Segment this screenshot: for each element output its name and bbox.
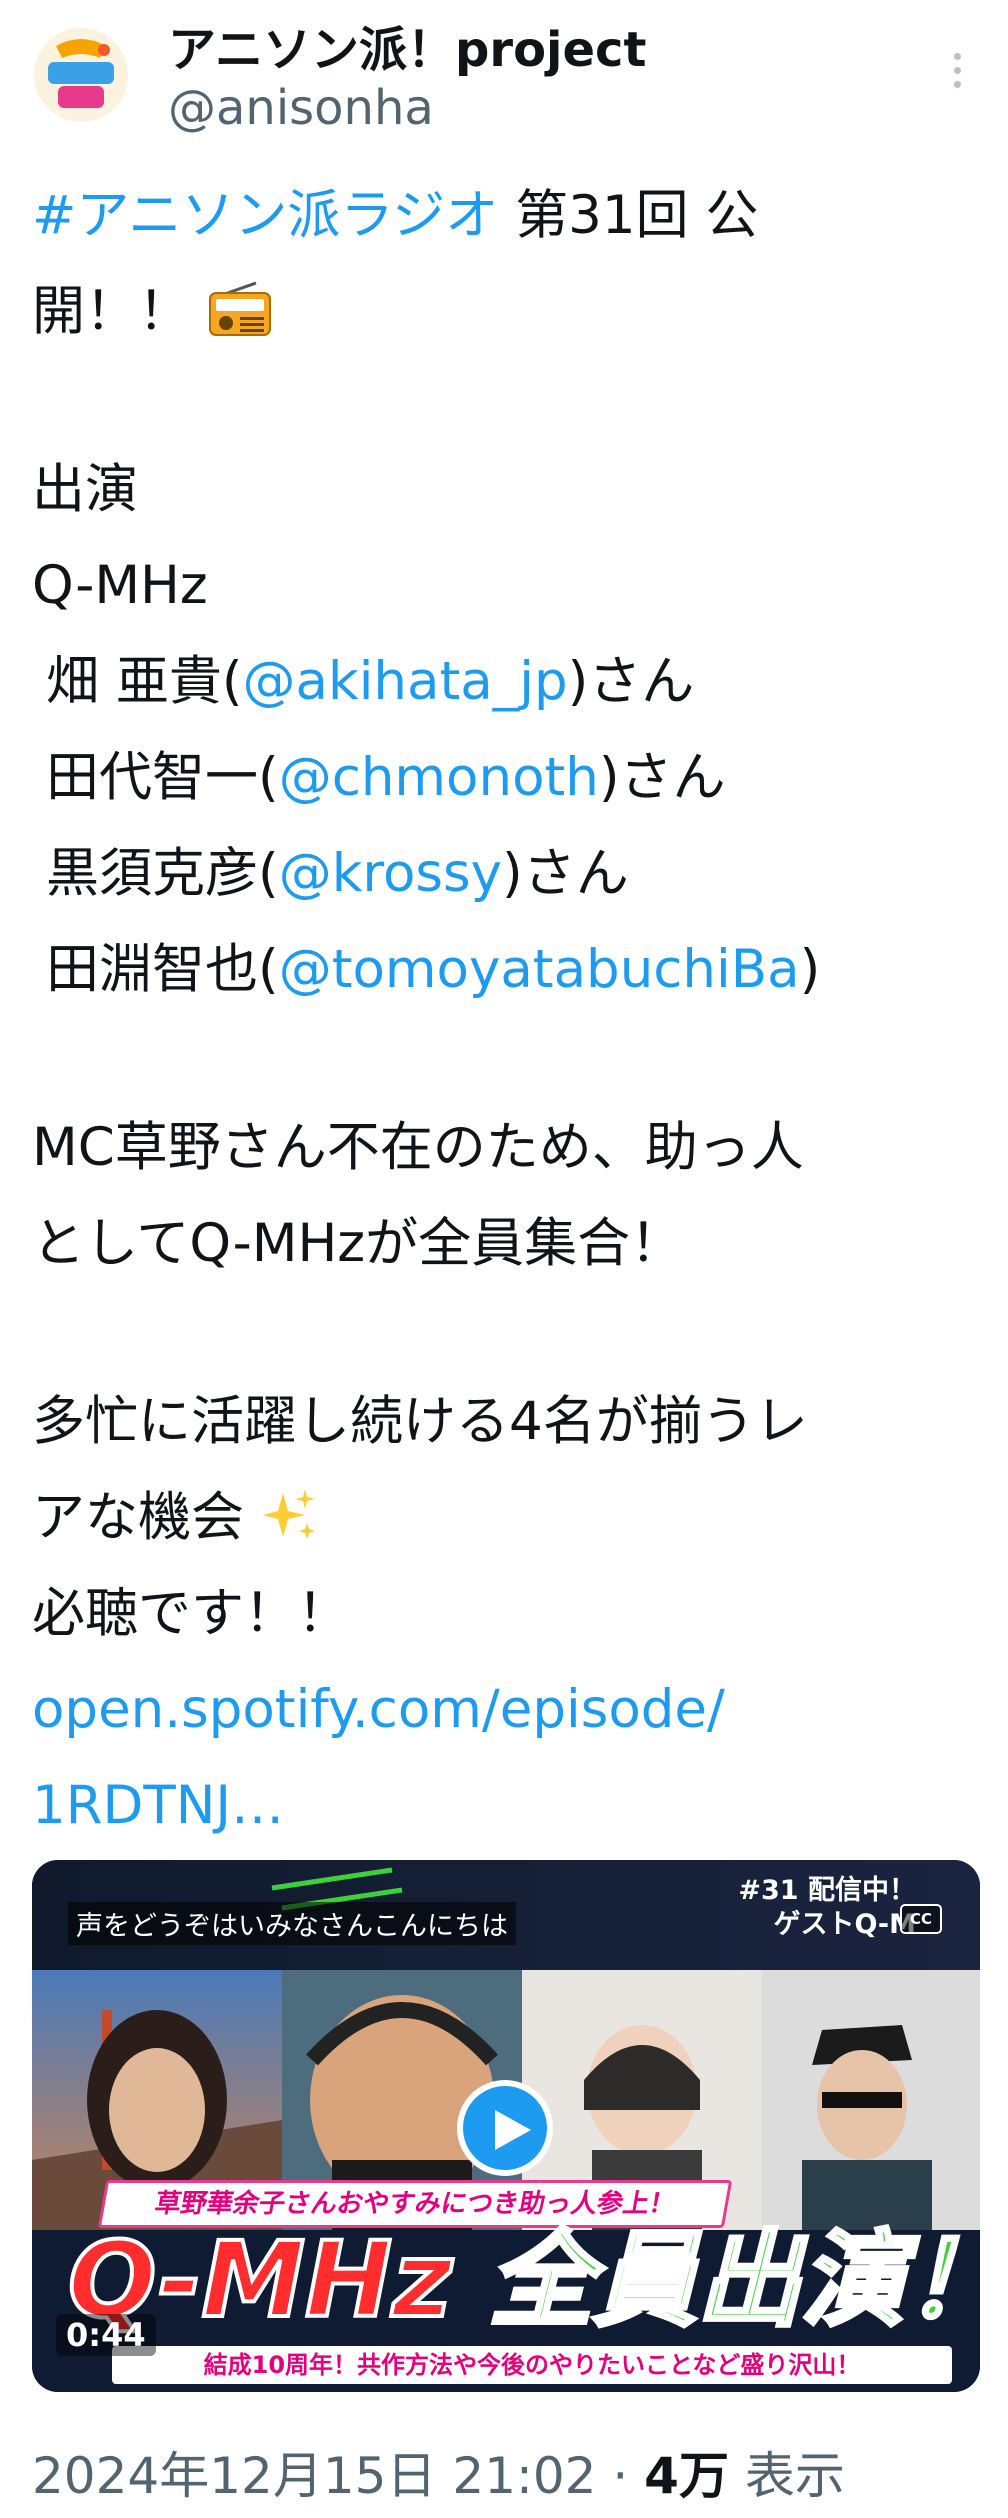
member-line: 田淵智也(@tomoyatabuchiBa) <box>32 922 982 1018</box>
member-suffix: )さん <box>502 843 629 904</box>
video-caption: 声をどうぞはいみなさんこんにちは <box>68 1902 516 1945</box>
text-line: 1RDTNJ… <box>32 1758 982 1854</box>
user-handle[interactable]: @anisonha <box>168 80 434 136</box>
tweet-title-text: 第31回 公 <box>498 185 759 246</box>
thumbnail-title: Q-MHz 全員出演！ <box>66 2218 980 2342</box>
closed-captions-icon[interactable]: CC <box>900 1904 942 1934</box>
group-name: Q-MHz <box>32 555 208 616</box>
mention-link[interactable]: @chmonoth <box>279 747 599 808</box>
member-name: 黒須克彦( <box>46 843 279 904</box>
views-count: 4万 <box>644 2447 729 2505</box>
mention-link[interactable]: @krossy <box>279 843 502 904</box>
episode-guest: ゲストQ-M <box>773 1909 916 1940</box>
text-line: 必聴です！！ <box>32 1566 982 1662</box>
member-line: 黒須克彦(@krossy)さん <box>32 826 982 922</box>
tweet-title-cont: 開！！ <box>32 281 191 342</box>
spotify-link[interactable]: open.spotify.com/episode/ <box>32 1679 725 1740</box>
member-line: 田代智一(@chmonoth)さん <box>32 730 982 826</box>
text-line: MC草野さん不在のため、助っ人 <box>32 1100 982 1196</box>
tweet-text: #アニソン派ラジオ 第31回 公 開！！ 出演 Q-MHz 畑 亜貴(@akih… <box>32 168 982 1854</box>
display-name[interactable]: アニソン派！project <box>168 10 646 80</box>
thumbnail-subtitle: 結成10周年！共作方法や今後のやりたいことなど盛り沢山！ <box>112 2346 952 2384</box>
text-line: open.spotify.com/episode/ <box>32 1662 982 1758</box>
member-suffix: )さん <box>598 747 726 808</box>
avatar[interactable] <box>34 28 128 122</box>
mention-link[interactable]: @tomoyatabuchiBa <box>279 939 800 1000</box>
play-icon <box>495 2110 531 2150</box>
member-suffix: )さん <box>567 651 695 712</box>
hashtag-link[interactable]: #アニソン派ラジオ <box>32 185 498 246</box>
body-text: アな機会 <box>32 1487 244 1548</box>
radio-icon <box>208 272 272 368</box>
member-line: 畑 亜貴(@akihata_jp)さん <box>32 634 982 730</box>
member-name: 田淵智也( <box>46 939 279 1000</box>
more-vertical-icon[interactable] <box>942 48 972 98</box>
text-line: Q-MHz <box>32 538 982 634</box>
timestamp[interactable]: 2024年12月15日 21:02 · <box>32 2447 644 2505</box>
play-button[interactable] <box>457 2080 553 2176</box>
episode-number: #31 配信中！ <box>738 1875 916 1906</box>
tweet-meta: 2024年12月15日 21:02 · 4万 表示 <box>32 2436 845 2508</box>
mention-link[interactable]: @akihata_jp <box>243 651 568 712</box>
text-line: 開！！ <box>32 264 982 360</box>
text-line: としてQ-MHzが全員集合！ <box>32 1196 982 1292</box>
video-player[interactable]: 声をどうぞはいみなさんこんにちは #31 配信中！ ゲストQ-M CC 草野華余… <box>32 1860 980 2392</box>
text-line: 出演 <box>32 442 982 538</box>
sparkles-icon <box>261 1478 317 1574</box>
views-label: 表示 <box>728 2447 845 2505</box>
spotify-link-cont[interactable]: 1RDTNJ… <box>32 1775 284 1836</box>
text-line: アな機会 <box>32 1470 982 1566</box>
cast-label: 出演 <box>32 459 138 520</box>
member-suffix: ) <box>799 939 821 1000</box>
video-duration: 0:44 <box>56 2314 156 2356</box>
episode-badge: #31 配信中！ ゲストQ-M <box>738 1874 916 1942</box>
title-all-cast: 全員出演！ <box>487 2218 980 2342</box>
body-text: 必聴です！！ <box>32 1583 350 1644</box>
body-text: MC草野さん不在のため、助っ人 <box>32 1117 804 1178</box>
member-name: 畑 亜貴( <box>46 651 243 712</box>
text-line: #アニソン派ラジオ 第31回 公 <box>32 168 982 264</box>
avatar-logo-icon <box>34 28 128 122</box>
body-text: としてQ-MHzが全員集合！ <box>32 1213 684 1274</box>
body-text: 多忙に活躍し続ける4名が揃うレ <box>32 1391 808 1452</box>
text-line: 多忙に活躍し続ける4名が揃うレ <box>32 1374 982 1470</box>
member-name: 田代智一( <box>46 747 279 808</box>
tweet-header: アニソン派！project @anisonha <box>0 0 1008 150</box>
